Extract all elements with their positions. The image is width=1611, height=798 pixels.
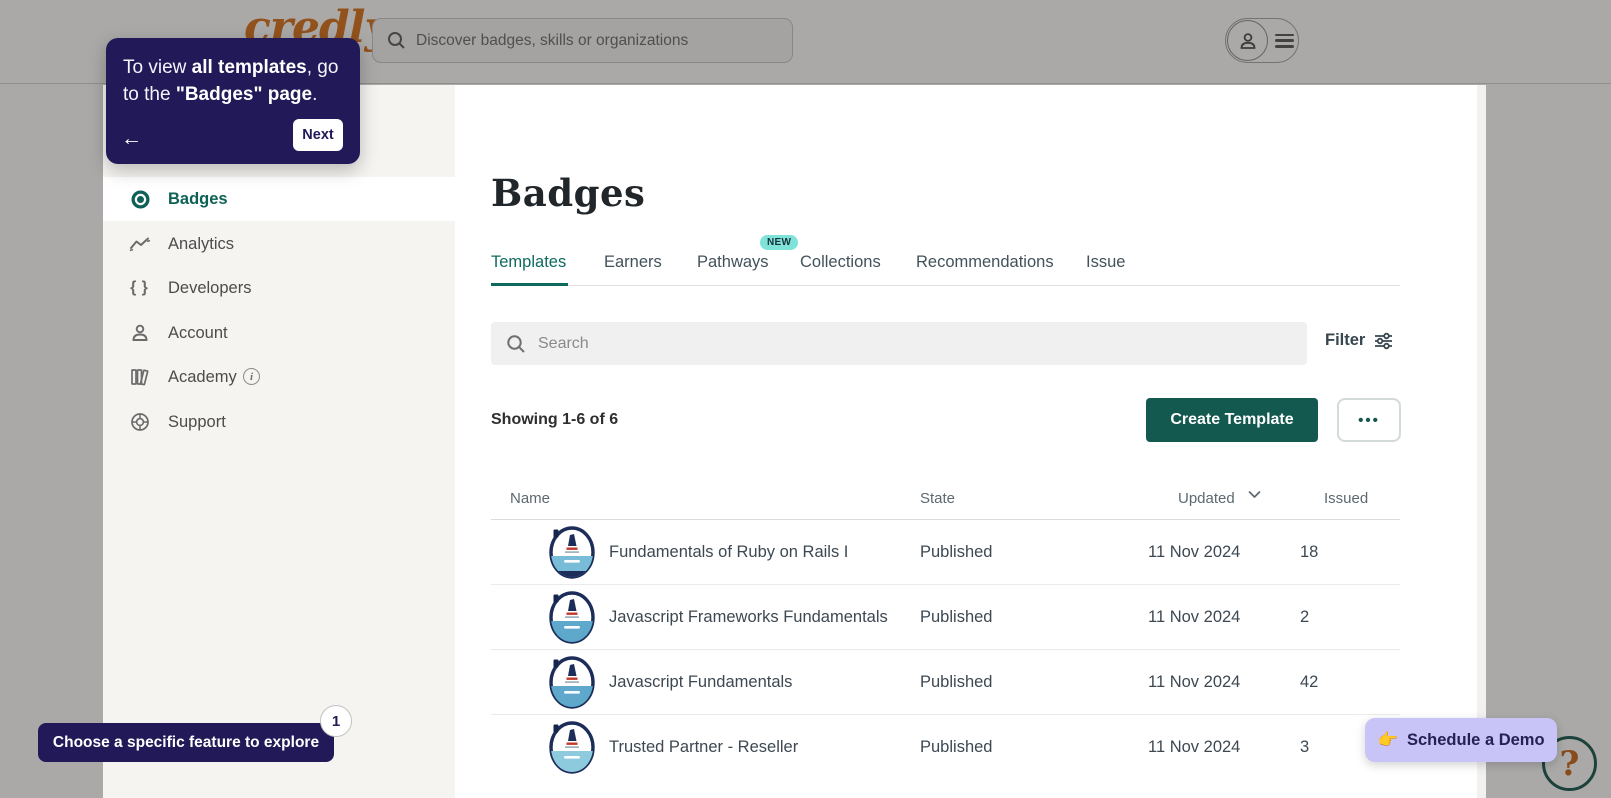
- dim-overlay-right: [1486, 85, 1611, 798]
- badge-thumbnail: [548, 655, 596, 710]
- badge-thumbnail: [548, 590, 596, 645]
- books-icon: [129, 366, 151, 388]
- page-title: Badges: [491, 171, 646, 215]
- badge-issued-count: 3: [1300, 738, 1310, 756]
- back-arrow-icon[interactable]: ←: [121, 128, 142, 149]
- line-chart-icon: [129, 233, 151, 255]
- target-icon: [129, 188, 151, 210]
- badge-issued-count: 2: [1300, 608, 1310, 626]
- person-icon: [129, 322, 151, 344]
- badge-name[interactable]: Trusted Partner - Reseller: [609, 738, 798, 757]
- sidebar-item-support[interactable]: Support: [103, 400, 455, 444]
- column-header-state[interactable]: State: [920, 490, 955, 507]
- table-row[interactable]: Javascript Fundamentals Published 11 Nov…: [491, 650, 1400, 715]
- sidebar: Badges Analytics { } Developers Account …: [103, 85, 455, 798]
- badge-issued-count: 42: [1300, 673, 1319, 691]
- lifebuoy-icon: [129, 411, 151, 433]
- sidebar-item-academy[interactable]: Academy i: [103, 355, 455, 399]
- filter-button[interactable]: Filter: [1325, 331, 1393, 350]
- table-row[interactable]: Javascript Frameworks Fundamentals Publi…: [491, 585, 1400, 650]
- badge-updated: 11 Nov 2024: [1148, 543, 1241, 561]
- badge-updated: 11 Nov 2024: [1148, 738, 1241, 756]
- badge-thumbnail: [548, 525, 596, 580]
- template-search[interactable]: [491, 322, 1307, 365]
- badge-name[interactable]: Fundamentals of Ruby on Rails I: [609, 543, 848, 562]
- sliders-icon: [1374, 332, 1393, 350]
- tab-bar: Templates Earners Pathways NEW Collectio…: [491, 235, 1400, 286]
- badge-state: Published: [920, 673, 993, 691]
- badge-state: Published: [920, 608, 993, 626]
- tab-recommendations[interactable]: Recommendations: [916, 253, 1054, 272]
- tour-tooltip: To view all templates, go to the "Badges…: [106, 38, 360, 164]
- sidebar-item-label: Academy: [168, 367, 237, 386]
- filter-label: Filter: [1325, 331, 1366, 349]
- info-icon[interactable]: i: [243, 368, 260, 385]
- tab-earners[interactable]: Earners: [604, 253, 662, 272]
- sidebar-item-label: Analytics: [168, 234, 235, 253]
- schedule-demo-label: Schedule a Demo: [1407, 730, 1545, 749]
- create-template-button[interactable]: Create Template: [1146, 398, 1318, 442]
- tab-pathways[interactable]: Pathways: [697, 253, 769, 272]
- badge-updated: 11 Nov 2024: [1148, 608, 1241, 626]
- badge-issued-count: 18: [1300, 543, 1319, 561]
- tab-issue[interactable]: Issue: [1086, 253, 1125, 272]
- sidebar-item-label: Badges: [168, 189, 228, 208]
- badge-state: Published: [920, 543, 993, 561]
- badge-updated: 11 Nov 2024: [1148, 673, 1241, 691]
- column-header-updated[interactable]: Updated: [1178, 490, 1235, 507]
- active-tab-underline: [491, 283, 568, 286]
- badge-thumbnail: [548, 720, 596, 775]
- new-badge: NEW: [760, 235, 799, 250]
- sidebar-item-developers[interactable]: { } Developers: [103, 266, 455, 310]
- badge-name[interactable]: Javascript Frameworks Fundamentals: [609, 608, 888, 627]
- main-content: Badges Templates Earners Pathways NEW Co…: [455, 85, 1477, 798]
- column-header-issued[interactable]: Issued: [1324, 490, 1368, 507]
- next-button[interactable]: Next: [293, 119, 343, 151]
- table-row[interactable]: Trusted Partner - Reseller Published 11 …: [491, 715, 1400, 780]
- code-braces-icon: { }: [130, 279, 150, 296]
- sidebar-item-account[interactable]: Account: [103, 311, 455, 355]
- app-window: credly Badges Analytics: [0, 0, 1611, 798]
- sidebar-item-analytics[interactable]: Analytics: [103, 222, 455, 266]
- scrollbar[interactable]: [1477, 85, 1486, 798]
- results-count: Showing 1-6 of 6: [491, 411, 619, 428]
- sidebar-item-badges[interactable]: Badges: [103, 177, 455, 221]
- sidebar-item-label: Account: [168, 323, 228, 342]
- sidebar-item-label: Support: [168, 412, 226, 431]
- badge-state: Published: [920, 738, 993, 756]
- table-header: Name State Updated Issued: [491, 480, 1400, 520]
- pointing-finger-icon: 👉: [1377, 730, 1398, 749]
- schedule-demo-button[interactable]: 👉 Schedule a Demo: [1365, 718, 1557, 762]
- template-search-input[interactable]: [538, 334, 1238, 353]
- dim-overlay-left: [0, 85, 103, 798]
- search-icon: [506, 334, 526, 354]
- chevron-down-icon[interactable]: [1248, 490, 1261, 499]
- column-header-name[interactable]: Name: [510, 490, 550, 507]
- tour-step-counter: 1: [320, 705, 352, 737]
- tab-collections[interactable]: Collections: [800, 253, 881, 272]
- table-row[interactable]: Fundamentals of Ruby on Rails I Publishe…: [491, 520, 1400, 585]
- tour-tooltip-text: To view all templates, go to the "Badges…: [123, 57, 339, 105]
- badge-name[interactable]: Javascript Fundamentals: [609, 673, 792, 692]
- more-actions-button[interactable]: •••: [1337, 398, 1401, 442]
- tour-step-pill[interactable]: Choose a specific feature to explore: [38, 723, 334, 762]
- sidebar-item-label: Developers: [168, 278, 252, 297]
- tab-templates[interactable]: Templates: [491, 253, 566, 272]
